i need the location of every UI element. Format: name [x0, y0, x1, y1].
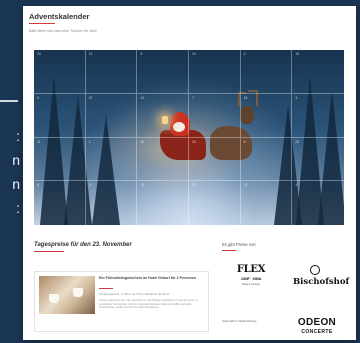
calendar-door-grid: 24 12 5 19 2 15 9 22 14 7 18 3 11 1 20 16 8 23 6 17 10 21 13 4 — [34, 50, 344, 225]
calendar-door-number: 2 — [243, 52, 246, 56]
calendar-door[interactable]: 17 — [86, 181, 138, 225]
calendar-door[interactable]: 24 — [34, 50, 86, 94]
calendar-door-number: 15 — [295, 52, 300, 56]
page-title: Adventskalender — [29, 12, 90, 21]
cup-shape — [49, 294, 59, 303]
calendar-door[interactable]: 7 — [189, 93, 241, 138]
prize-title: Ein Frühstücksgutschein im Hotel Geburt … — [99, 276, 197, 280]
prize-description: Starte entspannt in den Tag: Genieße ein… — [99, 299, 198, 310]
calendar-door-number: 23 — [295, 139, 300, 144]
calendar-door-number: 19 — [192, 52, 196, 56]
calendar-door-number: 20 — [140, 139, 145, 144]
calendar-door[interactable]: 16 — [189, 137, 241, 182]
page-subtitle: Bald öffnet sich das neue Türchen für di… — [29, 29, 98, 33]
prizes-underline — [34, 251, 64, 252]
calendar-door[interactable]: 4 — [292, 181, 344, 225]
calendar-door-number: 6 — [37, 183, 39, 188]
title-underline — [29, 23, 55, 24]
calendar-door-number: 9 — [37, 95, 39, 100]
calendar-door[interactable]: 23 — [292, 138, 344, 182]
prize-meta: Anzahl Gewinne: 1 | Wert: ca. 60 € | Tei… — [99, 292, 170, 296]
calendar-door[interactable]: 3 — [292, 94, 344, 138]
calendar-door-number: 10 — [140, 183, 145, 188]
prize-card[interactable]: Ein Frühstücksgutschein im Hotel Geburt … — [34, 271, 209, 332]
calendar-door-number: 3 — [295, 95, 298, 100]
bischofshof-emblem-icon — [310, 265, 320, 275]
calendar-door[interactable]: 18 — [240, 93, 293, 138]
sponsor-logo-flex-sub: JUNF · KIMA — [240, 277, 262, 281]
sponsor-logo-odeon[interactable]: ODEON — [289, 317, 345, 328]
calendar-image: 24 12 5 19 2 15 9 22 14 7 18 3 11 1 20 16 8 23 6 17 10 21 13 4 — [34, 50, 344, 225]
sponsor-small-logos[interactable]: Hotel Geburt | Stadtmarketing — [222, 320, 256, 323]
calendar-door-number: 14 — [140, 95, 145, 100]
calendar-door[interactable]: 1 — [85, 137, 138, 182]
sponsors-underline — [222, 250, 236, 251]
prize-underline — [99, 288, 113, 289]
calendar-door[interactable]: 22 — [85, 93, 138, 138]
side-colons: :nn: — [12, 128, 20, 216]
calendar-door[interactable]: 9 — [34, 93, 86, 138]
calendar-door-number: 11 — [37, 139, 41, 144]
calendar-door[interactable]: 11 — [34, 137, 86, 182]
calendar-door-number: 16 — [192, 139, 196, 144]
calendar-door-number: 5 — [140, 52, 143, 56]
calendar-door-number: 4 — [295, 183, 298, 188]
calendar-door-number: 18 — [243, 95, 248, 100]
calendar-door[interactable]: 14 — [137, 93, 189, 138]
calendar-door-number: 17 — [88, 183, 93, 188]
calendar-door[interactable]: 15 — [292, 50, 344, 94]
calendar-door-number: 12 — [88, 52, 93, 56]
calendar-door[interactable]: 5 — [137, 50, 189, 94]
calendar-door[interactable]: 19 — [189, 50, 241, 94]
calendar-door[interactable]: 2 — [240, 50, 293, 94]
side-divider — [0, 100, 18, 102]
sponsor-logo-odeon-sub: CONCERTE — [301, 329, 333, 335]
calendar-door[interactable]: 20 — [137, 137, 189, 182]
sponsor-logo-flex[interactable]: FLEX — [231, 264, 271, 275]
calendar-door[interactable]: 6 — [34, 181, 86, 225]
sponsor-logo-flex-tagline: Mode & Lifestyle — [242, 283, 260, 286]
calendar-door[interactable]: 13 — [241, 181, 293, 225]
calendar-door-number: 24 — [37, 52, 41, 56]
calendar-door[interactable]: 12 — [85, 50, 138, 94]
sponsors-heading: Es gibt Preise von — [222, 242, 256, 247]
calendar-door-number: 22 — [88, 95, 93, 100]
calendar-door-number: 13 — [243, 183, 248, 188]
calendar-door[interactable]: 10 — [137, 181, 189, 225]
advent-calendar-page: Adventskalender Bald öffnet sich das neu… — [23, 6, 356, 340]
calendar-door-number: 7 — [192, 95, 194, 100]
prizes-heading: Tagespreise für den 23. November — [34, 242, 132, 248]
calendar-door-number: 1 — [88, 139, 91, 144]
calendar-door[interactable]: 8 — [240, 137, 293, 182]
cup-shape — [73, 288, 83, 297]
prize-image — [39, 276, 95, 314]
calendar-door-number: 21 — [192, 183, 196, 188]
calendar-door[interactable]: 21 — [189, 181, 241, 225]
calendar-door-number: 8 — [243, 139, 246, 144]
sponsor-logo-bischofshof[interactable]: Bischofshof — [293, 277, 349, 287]
